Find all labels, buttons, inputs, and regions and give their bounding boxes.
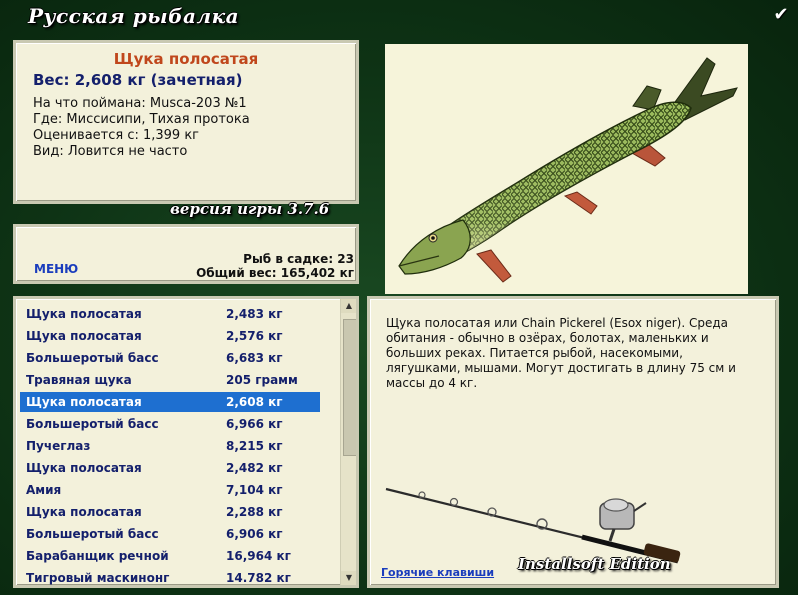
- catch-row[interactable]: Амия 7,104 кг: [20, 480, 320, 500]
- catch-row-weight: 14.782 кг: [226, 571, 291, 585]
- cage-total-weight: Общий вес: 165,402 кг: [196, 266, 354, 280]
- pike-illustration: [398, 57, 738, 283]
- cage-fish-count: Рыб в садке: 23: [243, 252, 354, 266]
- catch-row-weight: 205 грамм: [226, 373, 298, 387]
- catch-row-weight: 8,215 кг: [226, 439, 283, 453]
- fish-description: Щука полосатая или Chain Pickerel (Esox …: [386, 316, 736, 390]
- catch-row[interactable]: Большеротый басс 6,966 кг: [20, 414, 320, 434]
- catch-row-name: Пучеглаз: [26, 439, 91, 453]
- catch-row-weight: 2,482 кг: [226, 461, 283, 475]
- catch-list: Щука полосатая 2,483 кг Щука полосатая 2,5…: [13, 296, 359, 588]
- catch-row[interactable]: Травяная щука 205 грамм: [20, 370, 320, 390]
- catch-row-name: Барабанщик речной: [26, 549, 169, 563]
- fish-location: Где: Миссисипи, Тихая протока: [33, 112, 250, 127]
- catch-row-name: Большеротый басс: [26, 417, 159, 431]
- check-icon[interactable]: ✔: [770, 4, 792, 26]
- catch-row-weight: 6,683 кг: [226, 351, 283, 365]
- game-version: версия игры 3.7.6: [170, 200, 330, 218]
- catch-row-name: Щука полосатая: [26, 329, 142, 343]
- catch-row[interactable]: Пучеглаз 8,215 кг: [20, 436, 320, 456]
- catch-row-weight: 6,906 кг: [226, 527, 283, 541]
- catch-row-name: Тигровый маскинонг: [26, 571, 170, 585]
- catch-row-weight: 2,608 кг: [226, 395, 283, 409]
- catch-row-weight: 6,966 кг: [226, 417, 283, 431]
- catch-row[interactable]: Барабанщик речной 16,964 кг: [20, 546, 320, 566]
- catch-row[interactable]: Большеротый басс 6,683 кг: [20, 348, 320, 368]
- fish-info-panel: Щука полосатая Вес: 2,608 кг (зачетная) …: [13, 40, 359, 204]
- app-title: Русская рыбалка: [28, 4, 240, 28]
- fish-name: Щука полосатая: [113, 50, 259, 68]
- catch-row-weight: 7,104 кг: [226, 483, 283, 497]
- fish-frequency: Вид: Ловится не часто: [33, 144, 188, 159]
- catch-row-name: Большеротый басс: [26, 351, 159, 365]
- scroll-up-arrow-icon[interactable]: ▲: [341, 299, 356, 313]
- catch-row[interactable]: Щука полосатая 2,483 кг: [20, 304, 320, 324]
- fish-description-panel: Щука полосатая или Chain Pickerel (Esox …: [367, 296, 779, 588]
- cage-panel: МЕНЮ Рыб в садке: 23 Общий вес: 165,402 …: [13, 224, 359, 284]
- menu-button[interactable]: МЕНЮ: [34, 262, 78, 276]
- catch-row[interactable]: Щука полосатая 2,576 кг: [20, 326, 320, 346]
- fish-caught-on: На что поймана: Musca-203 №1: [33, 96, 247, 111]
- catch-row-selected[interactable]: Щука полосатая 2,608 кг: [20, 392, 320, 412]
- edition-label: Installsoft Edition: [518, 555, 671, 573]
- scrollbar-thumb[interactable]: [343, 319, 356, 456]
- scroll-down-arrow-icon[interactable]: ▼: [341, 571, 356, 585]
- catch-row-name: Щука полосатая: [26, 395, 142, 409]
- catch-row-name: Большеротый басс: [26, 527, 159, 541]
- list-scrollbar[interactable]: ▲ ▼: [340, 299, 356, 585]
- catch-row-name: Щука полосатая: [26, 505, 142, 519]
- fishing-rod-icon: [385, 487, 681, 564]
- catch-row-weight: 2,288 кг: [226, 505, 283, 519]
- catch-row[interactable]: Тигровый маскинонг 14.782 кг: [20, 568, 320, 585]
- catch-row[interactable]: Щука полосатая 2,288 кг: [20, 502, 320, 522]
- catch-row[interactable]: Большеротый басс 6,906 кг: [20, 524, 320, 544]
- catch-row-weight: 2,576 кг: [226, 329, 283, 343]
- hotkeys-link[interactable]: Горячие клавиши: [381, 566, 494, 579]
- catch-row-name: Щука полосатая: [26, 461, 142, 475]
- catch-row-name: Щука полосатая: [26, 307, 142, 321]
- fish-rated-from: Оценивается с: 1,399 кг: [33, 128, 200, 143]
- fish-photo: [385, 44, 748, 294]
- catch-row-weight: 16,964 кг: [226, 549, 291, 563]
- catch-row-name: Амия: [26, 483, 62, 497]
- catch-row-weight: 2,483 кг: [226, 307, 283, 321]
- fish-weight: Вес: 2,608 кг (зачетная): [33, 71, 243, 89]
- catch-row-name: Травяная щука: [26, 373, 132, 387]
- catch-row[interactable]: Щука полосатая 2,482 кг: [20, 458, 320, 478]
